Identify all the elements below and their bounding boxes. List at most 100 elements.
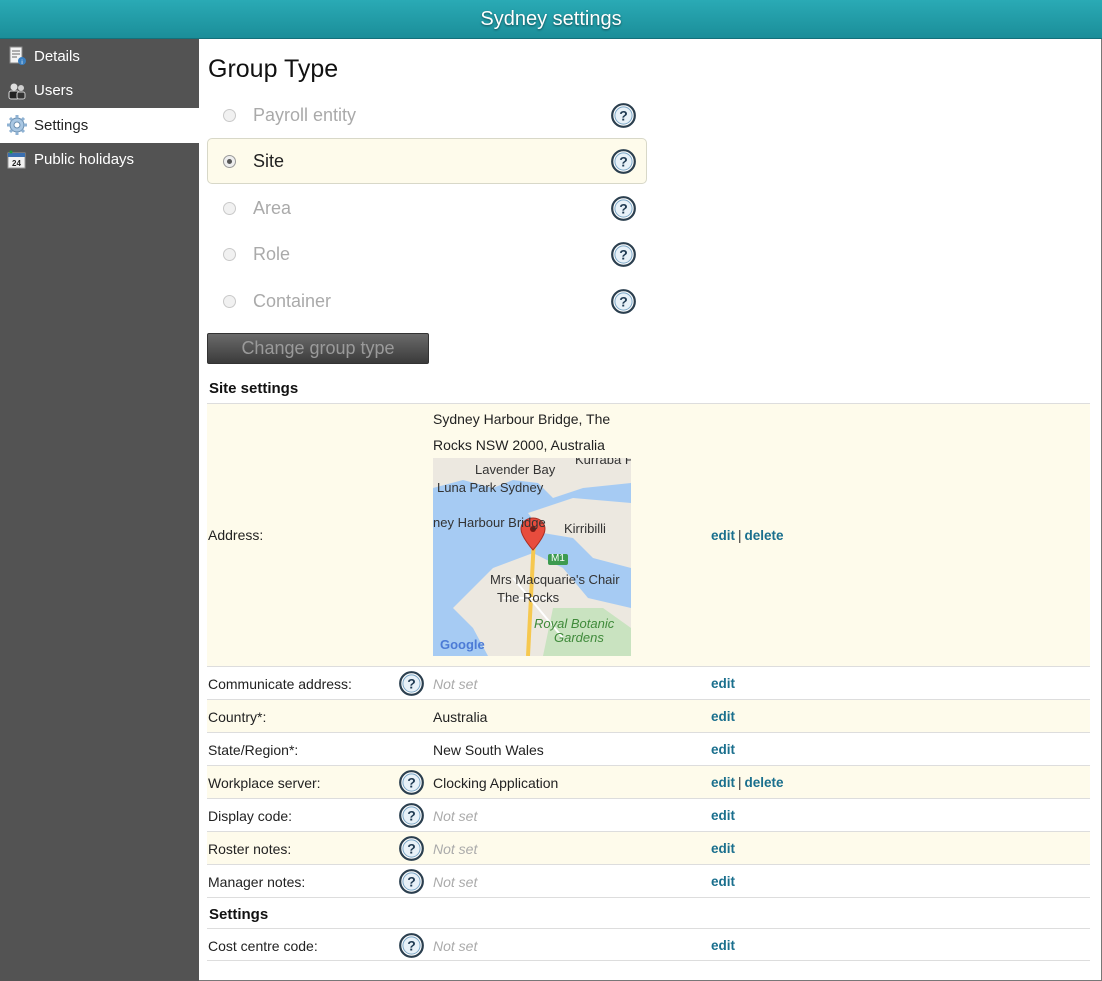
map-label-luna-park: Luna Park Sydney [437, 480, 544, 495]
map-label-harbour-bridge: ney Harbour Bridge [433, 515, 546, 530]
display-code-row: Display code: Not set edit [207, 799, 1090, 832]
calendar-icon: 24 [6, 149, 28, 171]
container-radio[interactable] [223, 294, 236, 308]
communicate-address-edit-link[interactable]: edit [711, 676, 735, 691]
svg-text:i: i [21, 60, 22, 66]
country-label: Country*: [208, 709, 267, 725]
map-label-the-rocks: The Rocks [497, 590, 560, 605]
google-logo: Google [440, 637, 485, 652]
separator: | [738, 528, 742, 543]
display-code-value: Not set [433, 808, 478, 824]
svg-text:24: 24 [12, 159, 21, 168]
manager-notes-value: Not set [433, 874, 478, 890]
section-title-settings: Settings [209, 906, 269, 923]
group-type-option-area[interactable]: Area [207, 185, 647, 231]
help-icon[interactable] [611, 196, 636, 221]
window-title: Sydney settings [0, 0, 1102, 39]
option-label: Payroll entity [253, 104, 357, 125]
state-region-label: State/Region*: [208, 742, 299, 758]
details-icon: i [6, 45, 28, 67]
address-line-1: Sydney Harbour Bridge, The [433, 411, 611, 427]
main-panel: Group Type Payroll entity Site Area Role… [199, 39, 1102, 981]
help-icon[interactable] [399, 770, 424, 795]
address-label: Address: [208, 527, 264, 543]
address-map[interactable]: Lavender Bay Kurraba P Luna Park Sydney … [433, 458, 631, 656]
roster-notes-label: Roster notes: [208, 841, 292, 857]
communicate-address-value: Not set [433, 676, 478, 692]
help-icon[interactable] [399, 803, 424, 828]
sidebar-item-details[interactable]: i Details [0, 39, 199, 74]
sidebar-item-public-holidays[interactable]: 24 Public holidays [0, 143, 199, 178]
manager-notes-row: Manager notes: Not set edit [207, 865, 1090, 898]
map-label-royal-botanic: Royal Botanic [534, 616, 615, 631]
address-delete-link[interactable]: delete [745, 528, 784, 543]
cost-centre-code-edit-link[interactable]: edit [711, 938, 735, 953]
users-icon [6, 80, 28, 102]
help-icon[interactable] [611, 289, 636, 314]
help-icon[interactable] [611, 149, 636, 174]
state-region-row: State/Region*: New South Wales edit [207, 733, 1090, 766]
communicate-address-label: Communicate address: [208, 676, 352, 692]
area-radio[interactable] [223, 201, 236, 215]
group-type-option-container[interactable]: Container [207, 278, 647, 324]
option-label: Container [253, 290, 332, 311]
sidebar-item-label: Settings [34, 116, 89, 134]
payroll-entity-radio[interactable] [223, 108, 236, 122]
help-icon[interactable] [399, 671, 424, 696]
map-label-kurraba: Kurraba P [575, 458, 631, 467]
workplace-server-delete-link[interactable]: delete [745, 775, 784, 790]
gear-icon [6, 114, 28, 136]
roster-notes-edit-link[interactable]: edit [711, 841, 735, 856]
page-title: Group Type [208, 55, 339, 83]
group-type-option-payroll-entity[interactable]: Payroll entity [207, 92, 647, 138]
roster-notes-value: Not set [433, 841, 478, 857]
change-group-type-button[interactable]: Change group type [207, 333, 429, 364]
address-row: Address: Sydney Harbour Bridge, The Rock… [207, 403, 1090, 667]
country-value: Australia [433, 709, 488, 725]
help-icon[interactable] [611, 242, 636, 267]
manager-notes-label: Manager notes: [208, 874, 306, 890]
communicate-address-row: Communicate address: Not set edit [207, 667, 1090, 700]
roster-notes-row: Roster notes: Not set edit [207, 832, 1090, 865]
help-icon[interactable] [399, 933, 424, 958]
address-line-2: Rocks NSW 2000, Australia [433, 437, 605, 453]
separator: | [738, 775, 742, 790]
option-label: Site [253, 150, 285, 171]
sidebar-item-users[interactable]: Users [0, 74, 199, 109]
cost-centre-code-label: Cost centre code: [208, 938, 318, 954]
help-icon[interactable] [399, 836, 424, 861]
state-region-edit-link[interactable]: edit [711, 742, 735, 757]
map-label-kirribilli: Kirribilli [564, 521, 606, 536]
group-type-option-role[interactable]: Role [207, 231, 647, 277]
manager-notes-edit-link[interactable]: edit [711, 874, 735, 889]
sidebar-item-label: Details [34, 47, 80, 65]
option-label: Role [253, 243, 291, 264]
country-row: Country*: Australia edit [207, 700, 1090, 733]
workplace-server-label: Workplace server: [208, 775, 321, 791]
role-radio[interactable] [223, 247, 236, 261]
country-edit-link[interactable]: edit [711, 709, 735, 724]
map-label-mrs-macquaries: Mrs Macquarie's Chair [490, 572, 620, 587]
group-type-option-site[interactable]: Site [207, 138, 647, 184]
map-label-gardens: Gardens [554, 630, 604, 645]
site-radio[interactable] [223, 154, 236, 168]
workplace-server-value: Clocking Application [433, 775, 559, 791]
option-label: Area [253, 197, 292, 218]
cost-centre-code-value: Not set [433, 938, 478, 954]
address-edit-link[interactable]: edit [711, 528, 735, 543]
map-label-m1: M1 [551, 553, 565, 564]
map-label-lavender-bay: Lavender Bay [475, 462, 556, 477]
address-actions: edit | delete [711, 528, 784, 543]
help-icon[interactable] [399, 869, 424, 894]
sidebar-item-label: Users [34, 82, 74, 100]
display-code-label: Display code: [208, 808, 293, 824]
workplace-server-edit-link[interactable]: edit [711, 775, 735, 790]
sidebar: i Details Users Settings 24 Public holid… [0, 39, 199, 981]
display-code-edit-link[interactable]: edit [711, 808, 735, 823]
help-icon[interactable] [611, 103, 636, 128]
section-title-site-settings: Site settings [209, 380, 299, 397]
workplace-server-row: Workplace server: Clocking Application e… [207, 766, 1090, 799]
sidebar-item-settings[interactable]: Settings [0, 108, 199, 143]
state-region-value: New South Wales [433, 742, 544, 758]
cost-centre-code-row: Cost centre code: Not set edit [207, 928, 1090, 961]
